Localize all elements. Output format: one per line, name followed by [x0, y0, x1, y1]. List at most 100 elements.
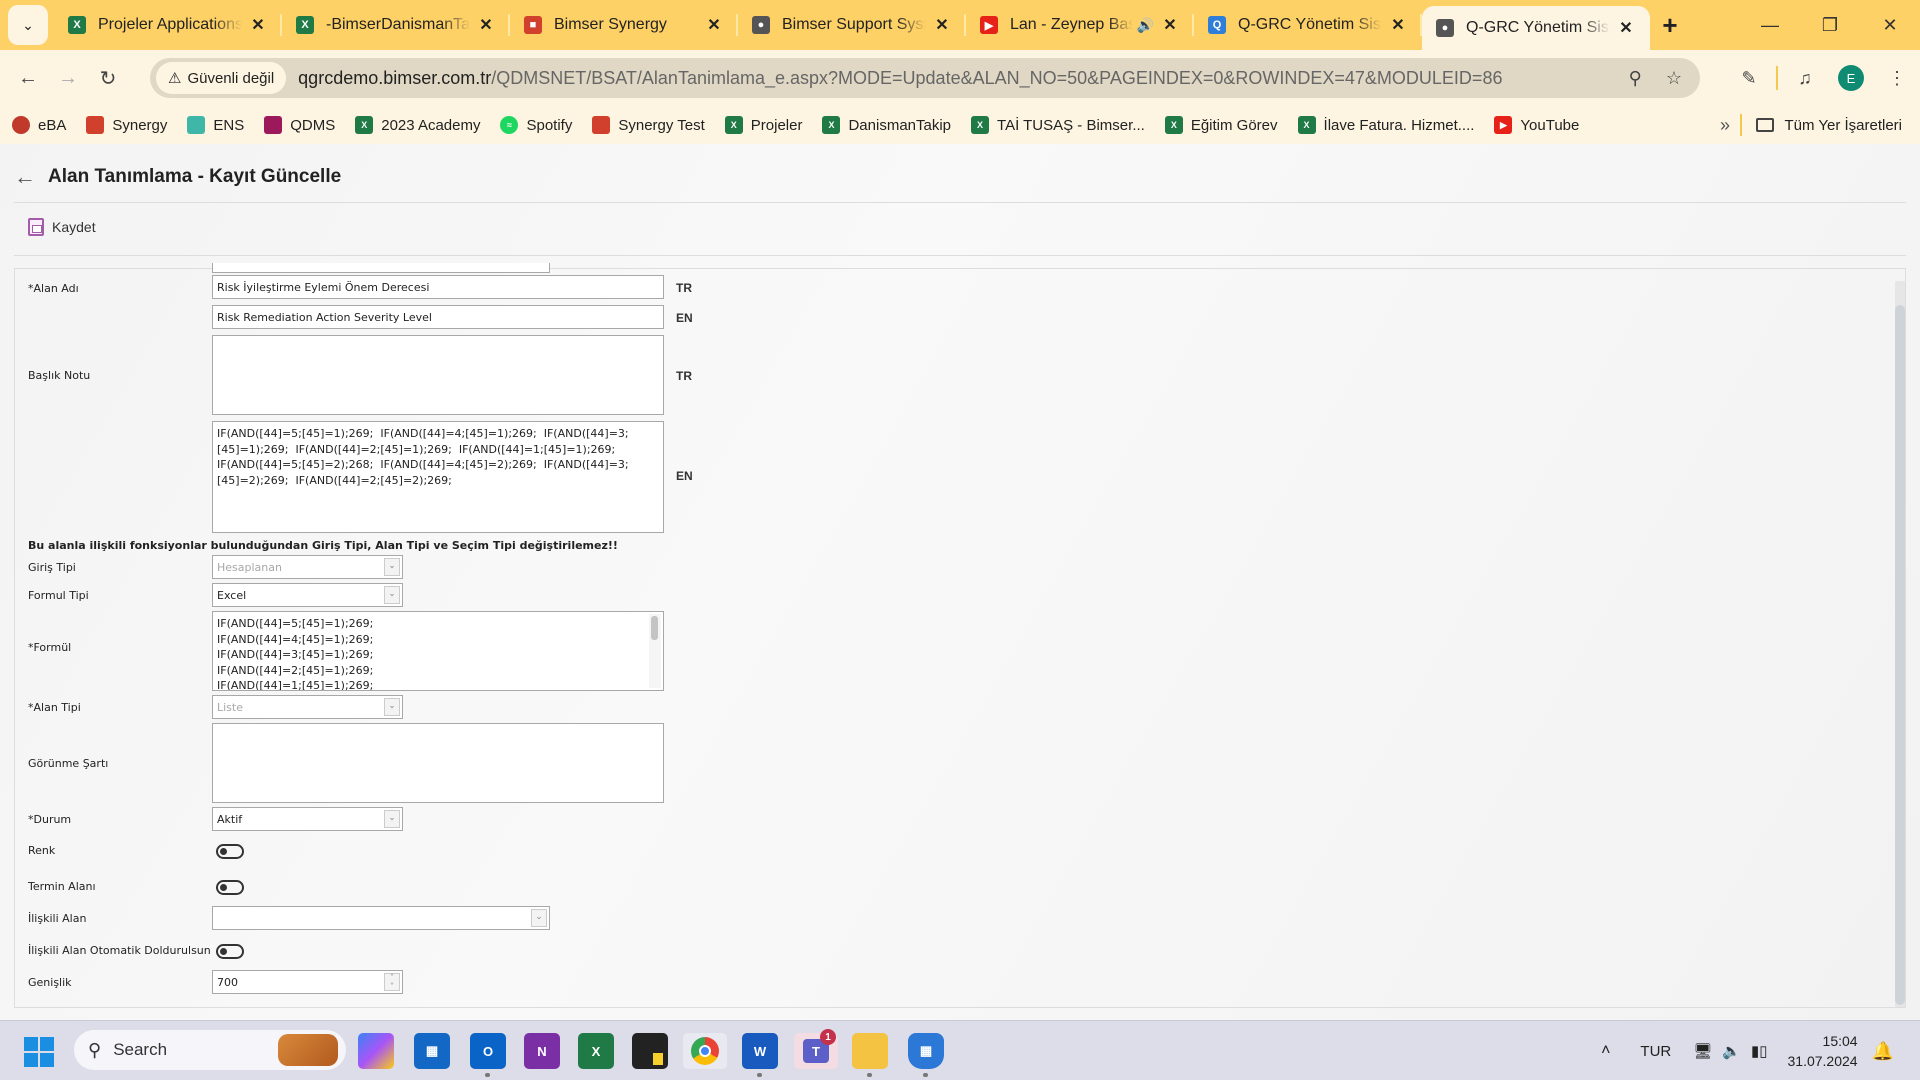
widgets-icon[interactable]: ▦ [414, 1033, 450, 1069]
teams-icon[interactable]: T1 [794, 1029, 838, 1069]
partial-input[interactable] [212, 263, 550, 273]
eba-icon [12, 116, 30, 134]
bookmark-item[interactable]: X Projeler [724, 116, 802, 134]
volume-icon[interactable]: 🔈 [1722, 1042, 1741, 1060]
bookmark-item[interactable]: Synergy Test [592, 116, 705, 134]
profile-avatar[interactable]: E [1838, 65, 1864, 91]
close-tab-icon[interactable]: ✕ [248, 15, 268, 35]
bookmark-item[interactable]: X Eğitim Görev [1164, 116, 1278, 134]
show-hidden-icons-button[interactable]: ˄ [1601, 1042, 1610, 1060]
number-spinner[interactable]: ˄ ˅ [384, 973, 400, 991]
browser-tab[interactable]: ●Q-GRC Yönetim Sistemi✕ [1422, 6, 1650, 50]
bookmark-star-icon[interactable]: ☆ [1666, 68, 1682, 89]
close-tab-icon[interactable]: ✕ [932, 15, 952, 35]
textarea-scrollbar[interactable] [649, 614, 661, 688]
word-icon[interactable]: W [742, 1033, 778, 1077]
globe-icon: ● [752, 16, 770, 34]
bookmark-item[interactable]: ENS [187, 116, 244, 134]
chrome-icon[interactable] [683, 1033, 727, 1069]
baslik-notu-tr-textarea[interactable] [212, 335, 664, 415]
url-text[interactable]: qgrcdemo.bimser.com.tr/QDMSNET/BSAT/Alan… [298, 68, 1502, 89]
taskbar-search[interactable]: ⚲ Search [74, 1030, 346, 1070]
file-explorer-icon[interactable] [852, 1033, 888, 1077]
extensions-icon[interactable]: ✎ [1726, 68, 1772, 89]
bookmark-item[interactable]: X DanismanTakip [822, 116, 951, 134]
bookmark-item[interactable]: ≈ Spotify [500, 116, 572, 134]
browser-tab[interactable]: ■ Bimser Synergy ✕ [510, 0, 738, 50]
onenote-icon[interactable]: N [524, 1033, 560, 1069]
bookmark-item[interactable]: ▶ YouTube [1494, 116, 1579, 134]
start-button[interactable] [24, 1037, 54, 1067]
back-button[interactable]: ← [8, 67, 48, 90]
audio-playing-icon[interactable]: 🔊 [1137, 17, 1154, 34]
close-window-button[interactable]: ✕ [1860, 0, 1920, 50]
genislik-number-input[interactable]: 700 ˄ ˅ [212, 970, 403, 994]
notification-bell-icon[interactable]: 🔔 [1872, 1041, 1894, 1062]
formul-tipi-select[interactable]: Excel ⌄ [212, 583, 403, 607]
iliskili-alan-otomatik-toggle[interactable] [216, 944, 244, 959]
folder-icon [1756, 118, 1775, 132]
all-bookmarks-button[interactable]: Tüm Yer İşaretleri [1756, 106, 1902, 144]
media-control-icon[interactable]: ♫ [1782, 68, 1828, 89]
chevron-down-icon: ⌄ [531, 909, 547, 927]
chevron-up-icon[interactable]: ˄ [390, 973, 394, 982]
chevron-down-icon[interactable]: ˅ [390, 982, 394, 991]
scrollbar-thumb[interactable] [1895, 305, 1905, 1005]
close-tab-icon[interactable]: ✕ [1388, 15, 1408, 35]
save-button[interactable]: Kaydet [28, 218, 96, 236]
page-content: ← Alan Tanımlama - Kayıt Güncelle Kaydet… [0, 144, 1920, 1020]
address-bar[interactable]: ⚠ Güvenli değil qgrcdemo.bimser.com.tr/QD… [150, 58, 1700, 98]
alan-tipi-select: Liste ⌄ [212, 695, 403, 719]
bookmark-item[interactable]: eBA [12, 116, 66, 134]
close-tab-icon[interactable]: ✕ [704, 15, 724, 35]
tab-search-button[interactable]: ⌄ [8, 5, 48, 45]
clock[interactable]: 15:04 31.07.2024 [1788, 1031, 1858, 1071]
form-scrollbar[interactable] [1895, 281, 1905, 1007]
forward-button[interactable]: → [48, 67, 88, 90]
sticky-notes-icon[interactable] [632, 1033, 668, 1069]
outlook-icon[interactable]: O [470, 1033, 506, 1077]
zoom-out-icon[interactable]: ⚲ [1629, 68, 1642, 89]
iliskili-alan-select[interactable]: ⌄ [212, 906, 550, 930]
alan-adi-en-input[interactable]: Risk Remediation Action Severity Level [212, 305, 664, 329]
browser-tab[interactable]: X Projeler Applications ✕ [54, 0, 282, 50]
youtube-icon: ▶ [1494, 116, 1513, 134]
back-arrow-icon[interactable]: ← [14, 164, 36, 190]
new-tab-button[interactable]: + [1650, 10, 1690, 41]
more-bookmarks-button[interactable]: » [1720, 106, 1730, 144]
security-chip[interactable]: ⚠ Güvenli değil [156, 62, 287, 94]
termin-alani-toggle[interactable] [216, 880, 244, 895]
network-icon[interactable]: 🖥 [1693, 1042, 1712, 1060]
renk-toggle[interactable] [216, 844, 244, 859]
globe-icon: ● [1436, 19, 1454, 37]
bookmark-item[interactable]: QDMS [264, 116, 335, 134]
language-indicator[interactable]: TUR [1640, 1043, 1671, 1060]
bookmark-item[interactable]: X 2023 Academy [355, 116, 480, 134]
durum-select[interactable]: Aktif ⌄ [212, 807, 403, 831]
more-menu-icon[interactable]: ⋮ [1874, 68, 1920, 89]
gorunme-sarti-textarea[interactable] [212, 723, 664, 803]
baslik-notu-en-textarea[interactable]: IF(AND([44]=5;[45]=1);269; IF(AND([44]=4… [212, 421, 664, 533]
copilot-icon[interactable] [358, 1033, 394, 1069]
reload-button[interactable]: ↻ [88, 66, 128, 91]
browser-tab[interactable]: X-BimserDanismanTakip✕ [282, 0, 510, 50]
bookmark-item[interactable]: Synergy [86, 116, 167, 134]
excel-icon[interactable]: X [578, 1033, 614, 1069]
chevron-down-icon: ⌄ [22, 16, 34, 33]
close-tab-icon[interactable]: ✕ [476, 15, 496, 35]
formul-textarea[interactable]: IF(AND([44]=5;[45]=1);269; IF(AND([44]=4… [212, 611, 664, 691]
browser-tab[interactable]: ●Bimser Support System✕ [738, 0, 966, 50]
defender-icon[interactable]: ▦ [908, 1033, 944, 1077]
alan-adi-tr-input[interactable]: Risk İyileştirme Eylemi Önem Derecesi [212, 275, 664, 299]
battery-icon[interactable]: ▮▯ [1751, 1042, 1768, 1060]
close-tab-icon[interactable]: ✕ [1160, 15, 1180, 35]
restore-button[interactable]: ❐ [1800, 0, 1860, 50]
giris-tipi-select: Hesaplanan ⌄ [212, 555, 403, 579]
browser-tab[interactable]: ▶Lan - Zeynep Bastık🔊✕ [966, 0, 1194, 50]
browser-tab[interactable]: QQ-GRC Yönetim Sistemi✕ [1194, 0, 1422, 50]
bookmark-item[interactable]: X TAİ TUSAŞ - Bimser... [971, 116, 1145, 134]
bookmark-item[interactable]: X İlave Fatura. Hizmet.... [1297, 116, 1474, 134]
bookmarks-divider [1740, 114, 1742, 136]
close-tab-icon[interactable]: ✕ [1616, 18, 1636, 38]
minimize-button[interactable]: — [1740, 0, 1800, 50]
